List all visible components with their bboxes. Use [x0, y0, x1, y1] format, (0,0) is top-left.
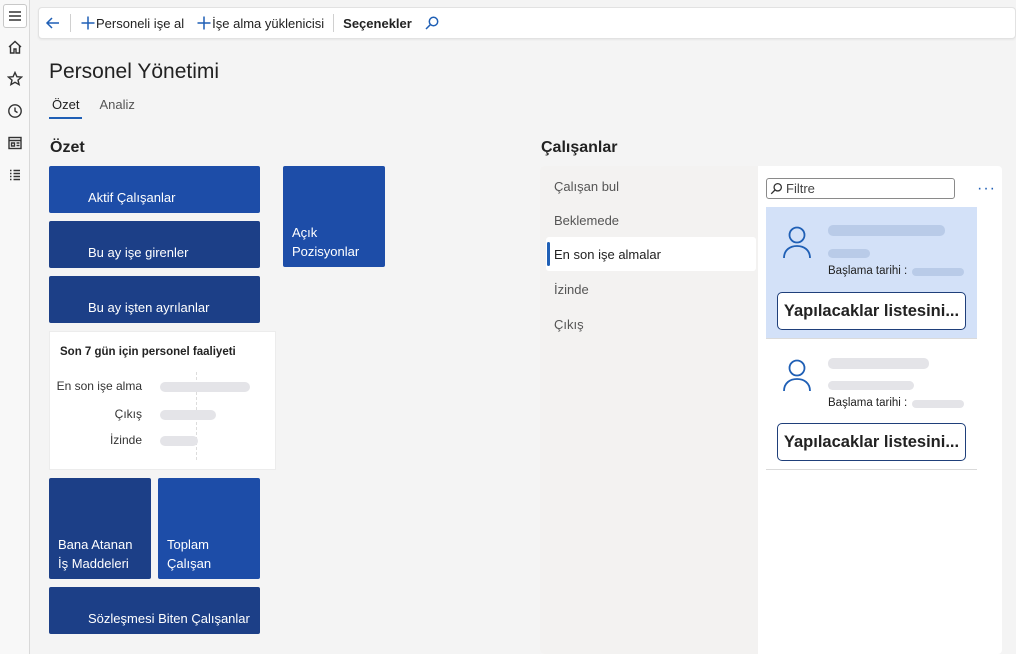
nav-recent-hires[interactable]: En son işe almalar [546, 237, 756, 271]
summary-heading: Özet [50, 139, 85, 156]
back-button[interactable] [39, 7, 67, 39]
name-placeholder [828, 225, 945, 236]
new-this-month-label: Bu ay işe girenler [88, 245, 189, 260]
star-icon[interactable] [3, 67, 27, 91]
list-icon[interactable] [3, 163, 27, 187]
assigned-work-items-tile[interactable]: Bana Atanan İş Maddeleri [49, 478, 151, 579]
left-this-month-label: Bu ay işten ayrılanlar [88, 300, 210, 315]
employee-card[interactable]: Başlama tarihi : Yapılacaklar listesini.… [766, 207, 977, 339]
start-date-placeholder [912, 268, 964, 276]
employee-card[interactable]: Başlama tarihi : Yapılacaklar listesini.… [766, 339, 977, 470]
activity-row: Çıkış [50, 405, 277, 425]
nav-find-employee[interactable]: Çalışan bul [546, 169, 756, 203]
page-tabs: Özet Analiz [49, 97, 138, 119]
start-date-label: Başlama tarihi : [828, 397, 908, 409]
activity-row-label: İzinde [109, 433, 142, 447]
left-nav-rail [0, 0, 30, 654]
open-positions-tile[interactable]: Açık Pozisyonlar [283, 166, 385, 267]
expiring-contracts-label: Sözleşmesi Biten Çalışanlar [88, 611, 250, 626]
workspace-icon[interactable] [3, 131, 27, 155]
search-button[interactable] [418, 7, 446, 39]
person-icon [782, 225, 812, 259]
tab-summary[interactable]: Özet [49, 97, 83, 119]
activity-row: En son işe alma [50, 377, 277, 397]
action-toolbar: Personeli işe al İşe alma yüklenicisi Se… [38, 7, 1016, 39]
todo-list-button[interactable]: Yapılacaklar listesini... [777, 292, 966, 330]
open-positions-label: Açık Pozisyonlar [292, 225, 360, 259]
options-label: Seçenekler [343, 15, 412, 31]
toolbar-divider [70, 14, 71, 32]
activity-row-label: En son işe alma [56, 379, 142, 393]
loading-placeholder [160, 382, 250, 392]
expiring-contracts-tile[interactable]: Sözleşmesi Biten Çalışanlar [49, 587, 260, 634]
title-placeholder [828, 381, 914, 390]
employees-heading: Çalışanlar [541, 139, 618, 156]
clock-icon[interactable] [3, 99, 27, 123]
home-icon[interactable] [3, 35, 27, 59]
left-this-month-tile[interactable]: Bu ay işten ayrılanlar [49, 276, 260, 323]
person-icon [782, 358, 812, 392]
page-title: Personel Yönetimi [49, 60, 220, 83]
loading-placeholder [160, 410, 216, 420]
total-employees-label: Toplam Çalışan [167, 537, 212, 571]
filter-placeholder: Filtre [786, 181, 815, 196]
activity-row: İzinde [50, 431, 277, 451]
start-date-label: Başlama tarihi : [828, 265, 908, 277]
todo-list-button[interactable]: Yapılacaklar listesini... [777, 423, 966, 461]
activity-row-label: Çıkış [114, 407, 142, 421]
more-options-icon[interactable]: ··· [977, 180, 996, 198]
active-employees-label: Aktif Çalışanlar [88, 190, 176, 205]
new-this-month-tile[interactable]: Bu ay işe girenler [49, 221, 260, 268]
toolbar-divider [333, 14, 335, 32]
start-date-placeholder [912, 400, 964, 408]
active-employees-tile[interactable]: Aktif Çalışanlar [49, 166, 260, 213]
plus-icon [197, 16, 211, 30]
options-button[interactable]: Seçenekler [337, 7, 418, 39]
total-employees-tile[interactable]: Toplam Çalışan [158, 478, 260, 579]
title-placeholder [828, 249, 870, 258]
activity-title: Son 7 gün için personel faaliyeti [60, 346, 236, 358]
personnel-activity-card: Son 7 gün için personel faaliyeti En son… [49, 331, 276, 470]
plus-icon [81, 16, 95, 30]
hiring-manager-button[interactable]: İşe alma yüklenicisi [190, 7, 330, 39]
assigned-work-items-label: Bana Atanan İş Maddeleri [58, 537, 133, 571]
hire-employee-button[interactable]: Personeli işe al [74, 7, 190, 39]
nav-pending[interactable]: Beklemede [546, 203, 756, 237]
nav-on-leave[interactable]: İzinde [546, 272, 756, 306]
name-placeholder [828, 358, 929, 369]
arrow-left-icon [45, 17, 59, 29]
search-icon [770, 182, 783, 195]
hire-employee-label: Personeli işe al [96, 15, 185, 31]
loading-placeholder [160, 436, 198, 446]
hiring-manager-label: İşe alma yüklenicisi [212, 15, 325, 31]
hamburger-menu-icon[interactable] [3, 4, 27, 28]
tab-analysis[interactable]: Analiz [96, 97, 137, 119]
search-icon [425, 16, 439, 30]
filter-input[interactable]: Filtre [766, 178, 955, 199]
nav-exit[interactable]: Çıkış [546, 307, 756, 341]
employees-nav: Çalışan bul Beklemede En son işe almalar… [540, 166, 758, 654]
